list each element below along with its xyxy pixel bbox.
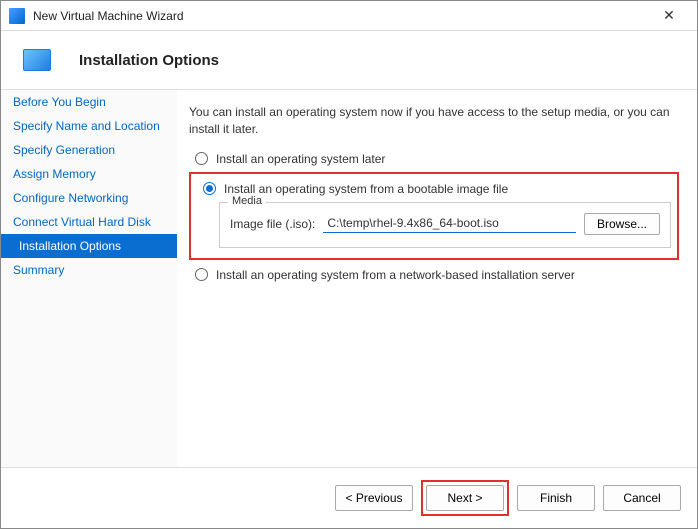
sidebar-item-configure-networking[interactable]: Configure Networking [1,186,177,210]
image-file-input[interactable] [323,214,576,233]
option-install-later[interactable]: Install an operating system later [195,152,679,166]
sidebar-item-assign-memory[interactable]: Assign Memory [1,162,177,186]
radio-icon-selected [203,182,216,195]
sidebar-item-connect-vhd[interactable]: Connect Virtual Hard Disk [1,210,177,234]
option-install-from-network[interactable]: Install an operating system from a netwo… [195,268,679,282]
wizard-footer: < Previous Next > Finish Cancel [1,467,697,528]
window-title: New Virtual Machine Wizard [33,9,649,23]
option-install-from-image[interactable]: Install an operating system from a boota… [203,182,671,196]
page-title: Installation Options [79,52,219,69]
titlebar: New Virtual Machine Wizard ✕ [1,1,697,31]
close-button[interactable]: ✕ [649,2,689,30]
finish-button[interactable]: Finish [517,485,595,511]
previous-button[interactable]: < Previous [335,485,413,511]
option-label: Install an operating system later [216,152,385,166]
cancel-button[interactable]: Cancel [603,485,681,511]
sidebar-item-summary[interactable]: Summary [1,258,177,282]
main-panel: You can install an operating system now … [177,90,697,467]
media-legend: Media [228,195,266,207]
wizard-header: Installation Options [1,31,697,89]
image-file-label: Image file (.iso): [230,217,315,231]
radio-icon [195,268,208,281]
next-button[interactable]: Next > [426,485,504,511]
image-file-row: Image file (.iso): Browse... [230,213,660,235]
content-area: Before You Begin Specify Name and Locati… [1,89,697,467]
highlight-annotation-next: Next > [421,480,509,516]
sidebar-item-specify-generation[interactable]: Specify Generation [1,138,177,162]
sidebar-item-before-you-begin[interactable]: Before You Begin [1,90,177,114]
option-label: Install an operating system from a boota… [224,182,508,196]
option-label: Install an operating system from a netwo… [216,268,575,282]
wizard-steps-sidebar: Before You Begin Specify Name and Locati… [1,90,177,467]
media-fieldset: Media Image file (.iso): Browse... [219,202,671,248]
app-icon [9,8,25,24]
sidebar-item-installation-options[interactable]: Installation Options [1,234,177,258]
browse-button[interactable]: Browse... [584,213,660,235]
description-text: You can install an operating system now … [189,104,679,138]
wizard-icon [23,49,51,71]
highlight-annotation: Install an operating system from a boota… [189,172,679,260]
sidebar-item-specify-name[interactable]: Specify Name and Location [1,114,177,138]
radio-icon [195,152,208,165]
